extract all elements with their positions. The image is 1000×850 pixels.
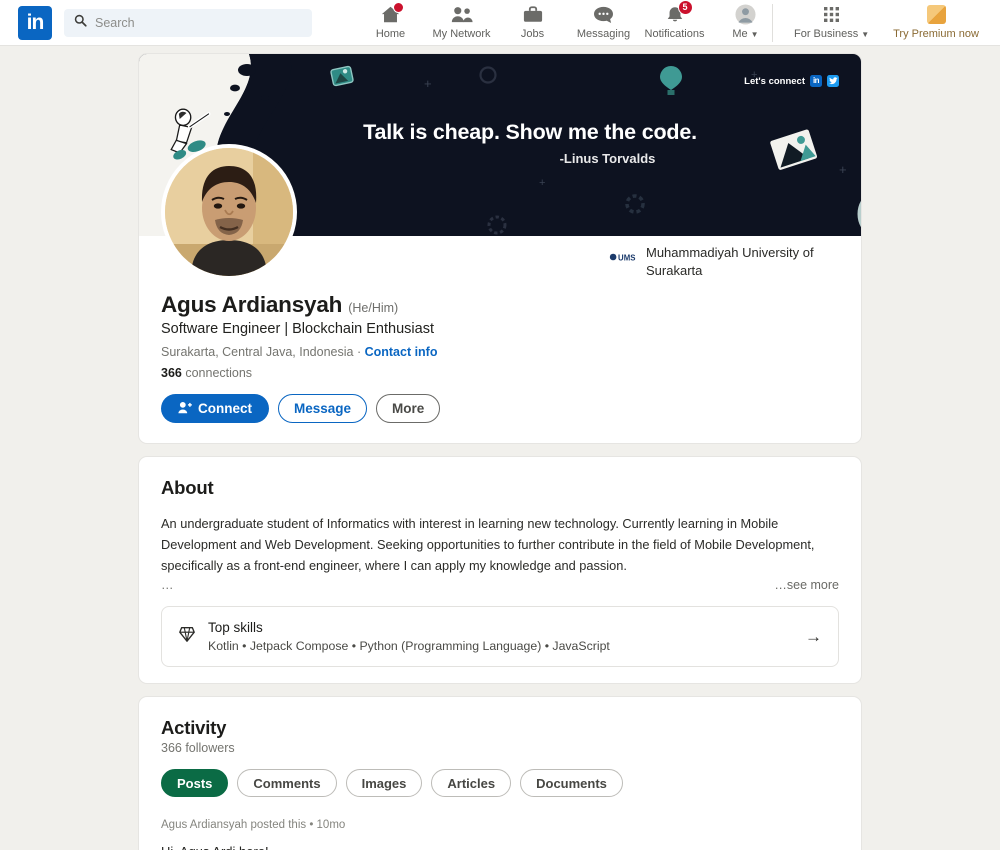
linkedin-icon[interactable]: in	[810, 75, 822, 87]
connections-count: 366	[161, 366, 182, 380]
top-skills-card[interactable]: Top skills Kotlin • Jetpack Compose • Py…	[161, 606, 839, 668]
more-button[interactable]: More	[376, 394, 441, 423]
tab-posts[interactable]: Posts	[161, 769, 229, 798]
profile-location: Surakarta, Central Java, Indonesia	[161, 345, 354, 359]
followers-count: 366 followers	[161, 741, 235, 756]
message-icon	[593, 4, 614, 25]
nav-item-home[interactable]: Home	[355, 0, 426, 46]
nav-label-me: Me	[732, 28, 748, 40]
about-text: An undergraduate student of Informatics …	[161, 516, 815, 574]
nav-item-try-premium[interactable]: Try Premium now	[881, 0, 991, 46]
about-section: About An undergraduate student of Inform…	[139, 457, 861, 683]
hot-air-balloon-icon	[660, 66, 682, 95]
activity-title: Activity	[161, 717, 227, 739]
svg-text:UMS: UMS	[618, 253, 635, 262]
person-add-icon	[178, 401, 192, 417]
nav-label-try-premium: Try Premium now	[893, 28, 979, 40]
profile-pronouns: (He/Him)	[348, 301, 399, 315]
top-navigation-bar: in Home My Network Jobs	[0, 0, 1000, 46]
linkedin-logo-icon[interactable]: in	[18, 5, 52, 40]
nav-items-group: Home My Network Jobs Messaging 5 Notific…	[355, 0, 781, 46]
nav-label-for-business: For Business	[794, 28, 859, 40]
profile-location-row: Surakarta, Central Java, Indonesia · Con…	[161, 345, 839, 359]
top-skills-title: Top skills	[208, 620, 263, 636]
avatar-icon	[735, 4, 756, 25]
nav-label-my-network: My Network	[432, 28, 491, 40]
notifications-badge: 5	[677, 0, 693, 15]
activity-section: Activity 366 followers Posts Comments Im…	[139, 697, 861, 850]
connect-button[interactable]: Connect	[161, 394, 269, 423]
connections-row[interactable]: 366 connections	[161, 366, 839, 380]
nav-item-messaging[interactable]: Messaging	[568, 0, 639, 46]
about-card: About An undergraduate student of Inform…	[138, 456, 862, 685]
chevron-down-icon: ▼	[750, 30, 759, 39]
lets-connect-group: Let's connect in	[744, 75, 839, 87]
activity-tabs: Posts Comments Images Articles Documents	[161, 769, 839, 798]
about-ellipsis: …	[161, 578, 174, 593]
people-icon	[451, 4, 473, 25]
grid-icon	[823, 4, 840, 25]
profile-page: + + + + ◇ Talk is cheap. Show me the cod…	[138, 53, 862, 850]
gear-icon-small	[625, 194, 645, 214]
nav-item-for-business[interactable]: For Business ▼	[782, 0, 881, 46]
about-see-more-link[interactable]: …see more	[774, 578, 839, 592]
nav-item-my-network[interactable]: My Network	[426, 0, 497, 46]
nav-label-messaging: Messaging	[576, 28, 631, 40]
school-logo-icon: UMS	[609, 246, 637, 268]
nav-item-jobs[interactable]: Jobs	[497, 0, 568, 46]
nav-label-jobs: Jobs	[520, 28, 545, 40]
connections-label: connections	[181, 366, 253, 380]
search-input[interactable]	[95, 15, 302, 30]
about-title: About	[161, 477, 214, 498]
about-ellipsis-row: … …see more	[161, 578, 839, 592]
twitter-icon[interactable]	[827, 75, 839, 87]
gem-icon	[178, 625, 196, 648]
location-separator: ·	[353, 345, 365, 359]
chevron-down-icon: ▼	[861, 30, 870, 39]
post-meta: Agus Ardiansyah posted this • 10mo	[161, 819, 346, 832]
home-dot-badge	[393, 2, 404, 13]
search-container[interactable]	[64, 8, 312, 37]
search-icon	[74, 14, 87, 32]
profile-headline: Software Engineer | Blockchain Enthusias…	[161, 321, 434, 337]
arrow-right-icon[interactable]: →	[805, 627, 822, 647]
tab-documents[interactable]: Documents	[520, 769, 623, 798]
activity-card: Activity 366 followers Posts Comments Im…	[138, 696, 862, 850]
banner-quote-text: Talk is cheap. Show me the code.	[363, 120, 697, 144]
connect-button-label: Connect	[198, 401, 252, 416]
profile-photo	[165, 148, 293, 276]
avatar[interactable]	[161, 144, 297, 280]
current-school[interactable]: UMS Muhammadiyah University of Surakarta	[609, 244, 839, 279]
premium-badge-icon	[926, 5, 946, 24]
briefcase-icon	[523, 4, 543, 25]
school-name: Muhammadiyah University of Surakarta	[646, 245, 814, 278]
tab-articles[interactable]: Articles	[431, 769, 512, 798]
top-skills-body: Top skills Kotlin • Jetpack Compose • Py…	[208, 620, 793, 653]
bell-icon: 5	[665, 0, 693, 25]
lets-connect-label: Let's connect	[744, 75, 805, 87]
profile-card: + + + + ◇ Talk is cheap. Show me the cod…	[138, 53, 862, 444]
message-button[interactable]: Message	[278, 394, 368, 423]
top-skills-list: Kotlin • Jetpack Compose • Python (Progr…	[208, 639, 610, 654]
svg-text:+: +	[539, 177, 545, 189]
profile-identity-section: UMS Muhammadiyah University of Surakarta…	[139, 144, 861, 443]
nav-label-home: Home	[375, 28, 406, 40]
svg-text:+: +	[424, 76, 432, 91]
nav-item-me[interactable]: Me ▼	[710, 0, 781, 46]
nav-item-notifications[interactable]: 5 Notifications	[639, 0, 710, 46]
profile-name: Agus Ardiansyah	[161, 292, 343, 317]
nav-divider	[772, 4, 773, 42]
contact-info-link[interactable]: Contact info	[365, 345, 438, 359]
tab-comments[interactable]: Comments	[237, 769, 337, 798]
home-icon	[380, 2, 404, 25]
nav-label-notifications: Notifications	[644, 28, 705, 40]
tab-images[interactable]: Images	[345, 769, 423, 798]
post-body: Hi, Agus Ardi here!	[161, 844, 839, 850]
nav-right-group: For Business ▼ Try Premium now	[782, 0, 991, 46]
profile-action-buttons: Connect Message More	[161, 394, 839, 423]
